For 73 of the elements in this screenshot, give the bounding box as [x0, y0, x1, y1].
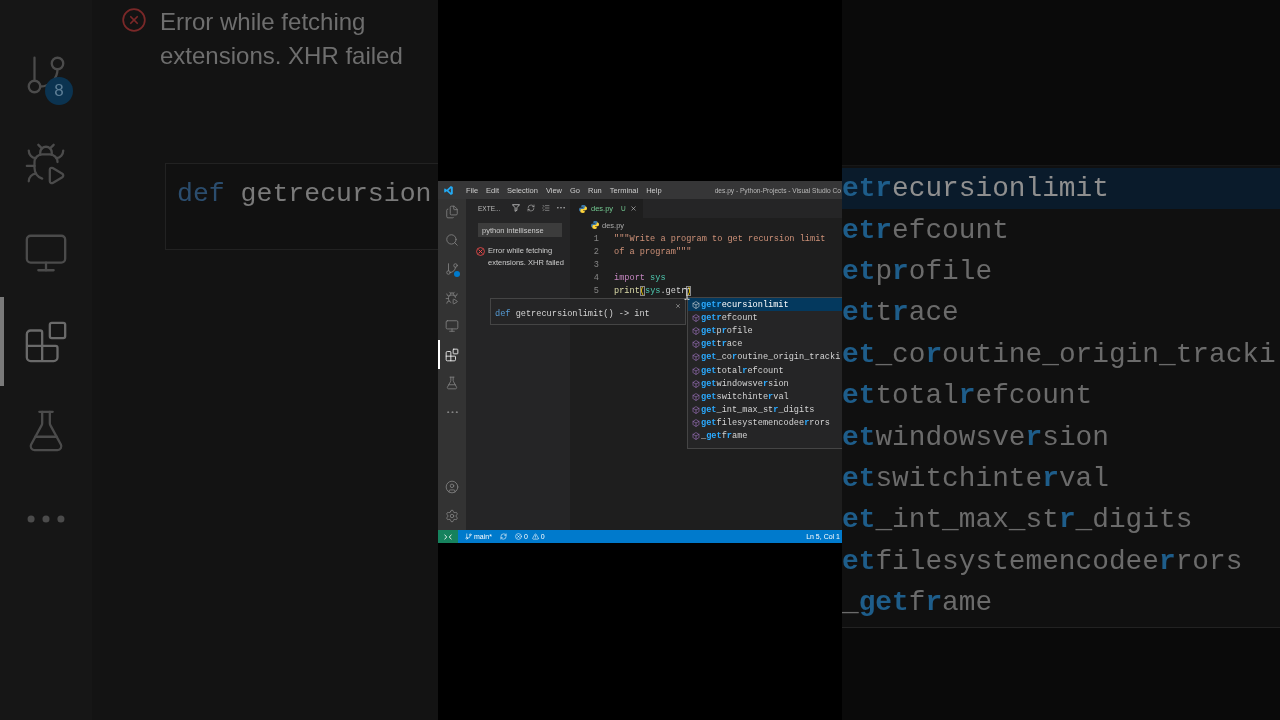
collapse-list-icon[interactable]: [542, 204, 550, 212]
error-icon: [514, 533, 522, 540]
suggestion-item[interactable]: etrefcount: [842, 209, 1280, 251]
remote-button[interactable]: [438, 530, 458, 543]
suggestion-item[interactable]: getrefcount: [688, 311, 842, 325]
cube-icon: [692, 313, 700, 322]
error-icon: [121, 7, 147, 33]
cube-icon: [692, 432, 700, 441]
suggestion-item[interactable]: etswitchinterval: [842, 457, 1280, 500]
more-icon: [27, 515, 65, 524]
suggestion-item[interactable]: getprofile: [688, 324, 842, 338]
suggestion-item[interactable]: _getframe: [842, 581, 1280, 624]
cube-icon: [692, 366, 700, 375]
signature-text: def getrecursion: [177, 178, 433, 210]
file-type-icon: [579, 204, 587, 213]
suggestion-item[interactable]: etfilesystemencodeerrors: [842, 540, 1280, 582]
suggestion-item[interactable]: ettrace: [842, 292, 1280, 334]
error-message: Error while fetching extensions. XHR failed: [160, 7, 404, 71]
play-bug-icon: [445, 290, 459, 305]
signature-text: def getrecursionlimit() -> int: [495, 309, 650, 319]
cube-icon: [692, 340, 700, 349]
app-logo: [444, 185, 453, 195]
suggestion-item[interactable]: et_coroutine_origin_tracki: [842, 333, 1280, 375]
text-cursor-icon: [684, 288, 690, 300]
files-icon: [445, 204, 459, 219]
more-icon: [446, 410, 458, 414]
line-number: 4: [592, 273, 599, 283]
close-icon[interactable]: [675, 303, 681, 309]
cube-icon: [692, 406, 700, 415]
suggestion-item[interactable]: ettotalrefcount: [842, 374, 1280, 417]
cube-icon: [692, 326, 700, 335]
funnel-icon[interactable]: [512, 204, 520, 212]
suggestion-item[interactable]: getrecursionlimit: [688, 298, 842, 312]
file-type-icon: [591, 221, 599, 230]
suggestion-item[interactable]: getwindowsversion: [688, 377, 842, 391]
monitor-icon: [445, 319, 459, 334]
suggestion-item[interactable]: etprofile: [842, 250, 1280, 293]
cube-icon: [692, 353, 700, 362]
line-number: 2: [592, 247, 599, 257]
cube-icon: [692, 392, 700, 401]
blocks-icon: [445, 347, 459, 362]
count-badge: 8: [45, 77, 73, 105]
suggestion-item[interactable]: gettotalrefcount: [688, 363, 842, 378]
cube-icon: [692, 379, 700, 388]
line-number: 3: [592, 260, 599, 270]
branch-icon: [445, 262, 459, 276]
suggestion-item[interactable]: getswitchinterval: [688, 390, 842, 404]
refresh-icon[interactable]: [527, 204, 535, 212]
suggestion-item[interactable]: get_coroutine_origin_tracki: [688, 350, 842, 364]
account-icon: [445, 480, 459, 495]
search-icon: [445, 233, 459, 248]
sync-icon: [499, 533, 507, 540]
line-number: 5: [592, 286, 599, 296]
warning-icon: [531, 533, 539, 540]
suggestion-item[interactable]: et_int_max_str_digits: [842, 499, 1280, 541]
suggestion-item[interactable]: etrecursionlimit: [842, 168, 1280, 210]
branch-icon: [465, 533, 472, 540]
suggestion-item[interactable]: gettrace: [688, 337, 842, 351]
suggestion-item[interactable]: _getframe: [688, 429, 842, 444]
code-line: of a program""": [614, 247, 692, 257]
code-line: """Write a program to get recursion limit: [614, 234, 826, 244]
settings-icon: [445, 508, 459, 523]
angle-brackets-icon: [444, 533, 452, 540]
error-icon: [476, 246, 485, 256]
suggestion-item[interactable]: etwindowsversion: [842, 416, 1280, 458]
suggestion-item[interactable]: getfilesystemencodeerrors: [688, 416, 842, 430]
line-number: 1: [592, 234, 599, 244]
code-line: import sys: [614, 273, 666, 283]
cube-icon: [692, 300, 700, 309]
cube-icon: [692, 419, 700, 428]
suggestion-item[interactable]: get_int_max_st r_digits: [688, 403, 842, 417]
close-icon[interactable]: [629, 205, 637, 212]
flask-icon: [445, 376, 459, 391]
